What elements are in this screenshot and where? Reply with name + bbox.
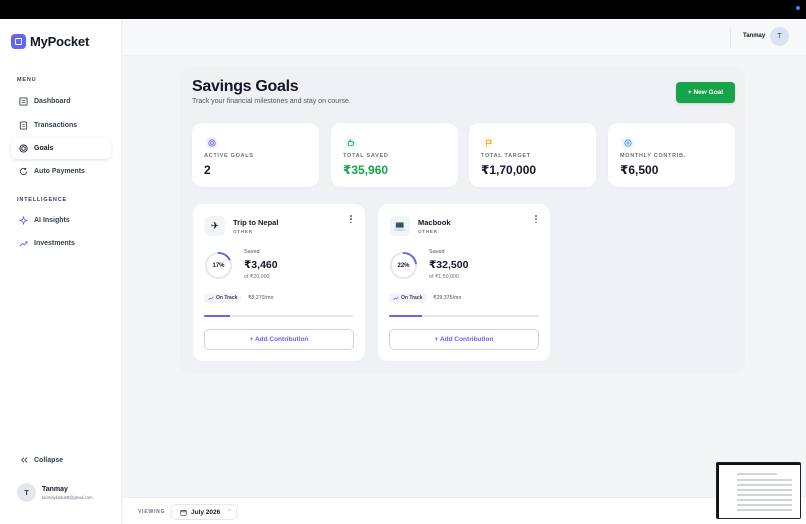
stat-card-monthly-contrib: MONTHLY CONTRIB. ₹6,500 xyxy=(608,123,735,187)
sidebar-item-label: AI Insights xyxy=(34,217,70,224)
menu-section-label: MENU xyxy=(17,77,37,83)
month-selector[interactable]: July 2026 ⌃ xyxy=(171,504,237,520)
status-badge: On Track xyxy=(204,293,242,303)
stat-card-total-saved: TOTAL SAVED ₹35,960 xyxy=(331,123,458,187)
status-text: On Track xyxy=(401,295,423,301)
month-value: July 2026 xyxy=(191,508,221,516)
sidebar-user[interactable]: T Tanmay tanmayksdu08@gmail.com xyxy=(17,483,93,502)
sidebar-item-dashboard[interactable]: Dashboard xyxy=(11,91,111,112)
stat-value: 2 xyxy=(204,163,211,177)
thumbnail-screen xyxy=(719,465,800,518)
goal-card-trip-to-nepal: ✈ Trip to Nepal OTHER 17% Saved ₹3,460 o… xyxy=(193,204,365,361)
stat-label: TOTAL SAVED xyxy=(343,153,389,159)
stat-value: ₹1,70,000 xyxy=(481,163,537,177)
avatar: T xyxy=(17,483,36,502)
target-amount: of ₹1,50,000 xyxy=(429,274,459,280)
intelligence-section-label: INTELLIGENCE xyxy=(17,197,67,203)
trending-up-icon xyxy=(393,296,399,301)
collapse-button[interactable]: Collapse xyxy=(20,456,63,464)
transactions-icon xyxy=(19,121,28,130)
stat-label: MONTHLY CONTRIB. xyxy=(620,153,686,159)
screenshot-thumbnail[interactable] xyxy=(716,462,801,519)
add-contribution-button[interactable]: + Add Contribution xyxy=(204,329,354,350)
bottom-bar: VIEWING July 2026 ⌃ xyxy=(123,497,806,524)
saved-label: Saved xyxy=(244,249,260,255)
trending-up-icon xyxy=(19,241,28,247)
header-user-name: Tanmay xyxy=(743,33,766,39)
system-top-bar xyxy=(0,0,806,19)
page-subtitle: Track your financial milestones and stay… xyxy=(192,98,351,105)
calendar-icon xyxy=(180,509,187,516)
saved-amount: ₹3,460 xyxy=(244,259,278,271)
sidebar-item-ai-insights[interactable]: AI Insights xyxy=(11,210,111,231)
chevron-up-icon: ⌃ xyxy=(227,509,232,515)
status-badge: On Track xyxy=(389,293,427,303)
airplane-icon: ✈ xyxy=(205,216,225,236)
new-goal-button[interactable]: + New Goal xyxy=(676,82,735,103)
wallet-logo-icon xyxy=(11,34,26,49)
sidebar-item-auto-payments[interactable]: Auto Payments xyxy=(11,161,111,182)
sidebar-item-investments[interactable]: Investments xyxy=(11,233,111,254)
stat-label: ACTIVE GOALS xyxy=(204,153,254,159)
sidebar-item-label: Transactions xyxy=(34,122,78,129)
viewing-label: VIEWING xyxy=(138,509,166,515)
sidebar: MyPocket MENU Dashboard Transactions Goa… xyxy=(0,19,122,524)
status-dot xyxy=(796,6,800,10)
header-avatar[interactable]: T xyxy=(770,27,789,46)
stat-value: ₹35,960 xyxy=(343,163,389,177)
goal-card-macbook: 💻 Macbook OTHER 22% Saved ₹32,500 of ₹1,… xyxy=(378,204,550,361)
progress-bar xyxy=(389,315,539,317)
sidebar-item-label: Goals xyxy=(34,145,54,152)
goal-percent: 22% xyxy=(397,262,410,269)
add-contribution-button[interactable]: + Add Contribution xyxy=(389,329,539,350)
monthly-rate: ₹29,375/mo xyxy=(433,295,462,301)
goal-category: OTHER xyxy=(233,229,253,234)
auto-payments-icon xyxy=(19,167,28,176)
collapse-label: Collapse xyxy=(34,456,64,464)
target-amount: of ₹20,000 xyxy=(244,274,270,280)
goal-category: OTHER xyxy=(418,229,438,234)
goal-percent: 17% xyxy=(212,262,225,269)
target-icon xyxy=(206,137,217,148)
goals-icon xyxy=(19,144,28,153)
app-name: MyPocket xyxy=(30,34,90,49)
sidebar-item-label: Investments xyxy=(34,240,75,247)
saved-amount: ₹32,500 xyxy=(429,259,469,271)
page-title: Savings Goals xyxy=(192,78,299,95)
sidebar-item-label: Dashboard xyxy=(34,98,71,105)
stat-card-total-target: TOTAL TARGET ₹1,70,000 xyxy=(469,123,596,187)
brand[interactable]: MyPocket xyxy=(11,34,89,49)
more-options-icon[interactable] xyxy=(533,214,539,224)
top-header: Tanmay T xyxy=(123,19,806,56)
laptop-icon: 💻 xyxy=(390,216,410,236)
status-text: On Track xyxy=(216,295,238,301)
piggy-bank-icon xyxy=(345,137,356,148)
plus-circle-icon xyxy=(622,137,633,148)
goal-name: Macbook xyxy=(418,218,451,227)
user-name: Tanmay xyxy=(42,485,68,493)
progress-bar xyxy=(204,315,354,317)
sidebar-item-label: Auto Payments xyxy=(34,168,85,175)
flag-icon xyxy=(483,137,494,148)
monthly-rate: ₹8,270/mo xyxy=(248,295,274,301)
user-email: tanmayksdu08@gmail.com xyxy=(42,494,93,500)
goal-name: Trip to Nepal xyxy=(233,218,279,227)
sidebar-item-transactions[interactable]: Transactions xyxy=(11,115,111,136)
sparkles-icon xyxy=(19,216,28,225)
more-options-icon[interactable] xyxy=(348,214,354,224)
progress-fill xyxy=(389,315,422,317)
sidebar-item-goals[interactable]: Goals xyxy=(11,138,111,159)
stat-label: TOTAL TARGET xyxy=(481,153,531,159)
saved-label: Saved xyxy=(429,249,445,255)
trending-up-icon xyxy=(208,296,214,301)
progress-fill xyxy=(204,315,230,317)
header-divider xyxy=(730,27,731,49)
dashboard-icon xyxy=(19,97,28,106)
stat-card-active-goals: ACTIVE GOALS 2 xyxy=(192,123,319,187)
stat-value: ₹6,500 xyxy=(620,163,659,177)
chevrons-left-icon xyxy=(20,457,28,463)
